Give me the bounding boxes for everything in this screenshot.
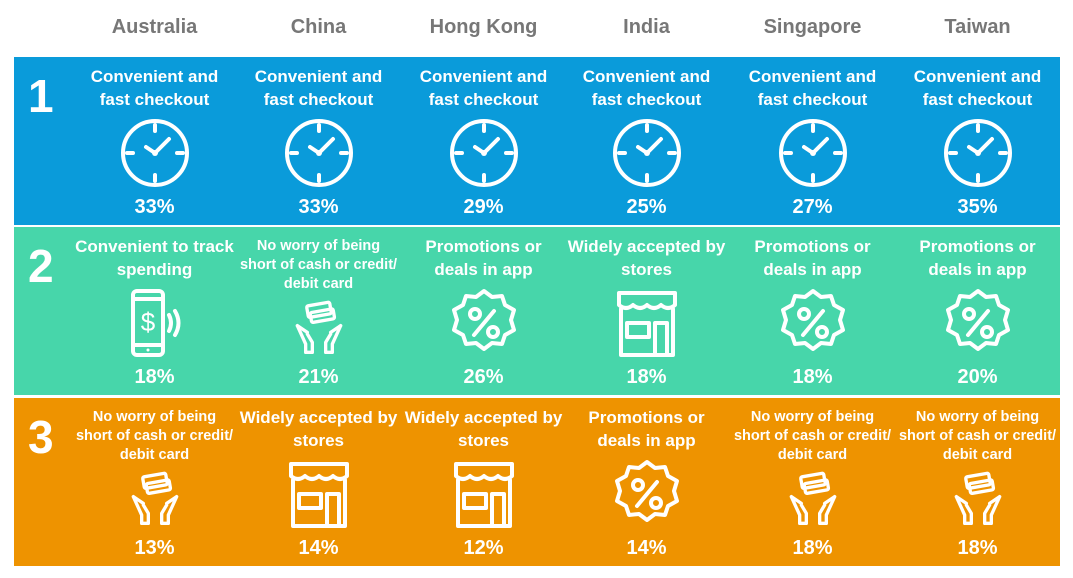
reason-cell: Widely accepted by stores 12% xyxy=(401,398,566,566)
percentage: 18% xyxy=(957,537,998,559)
reason-label: Convenient and fast checkout xyxy=(90,67,219,109)
clock-icon xyxy=(611,117,683,189)
percentage: 12% xyxy=(463,537,504,559)
reason-label: Widely accepted by stores xyxy=(404,408,563,450)
reason-cell: Convenient and fast checkout 25% xyxy=(564,57,729,225)
percent-badge-icon xyxy=(611,458,683,530)
reason-label: No worry of being short of cash or credi… xyxy=(733,409,892,463)
reason-cell: Promotions or deals in app 18% xyxy=(730,227,895,395)
reason-cell: Promotions or deals in app 26% xyxy=(401,227,566,395)
percentage: 35% xyxy=(957,196,998,218)
reason-cell: No worry of being short of cash or credi… xyxy=(895,398,1060,566)
reason-label: No worry of being short of cash or credi… xyxy=(898,409,1057,463)
percentage: 25% xyxy=(626,196,667,218)
reason-cell: Convenient and fast checkout 33% xyxy=(72,57,237,225)
reason-cell: Convenient and fast checkout 35% xyxy=(895,57,1060,225)
percentage: 29% xyxy=(463,196,504,218)
hands-cash-icon xyxy=(125,470,185,542)
column-header: Taiwan xyxy=(944,16,1011,38)
column-header: Singapore xyxy=(763,16,862,38)
reason-cell: Convenient and fast checkout 33% xyxy=(236,57,401,225)
reason-cell: No worry of being short of cash or credi… xyxy=(730,398,895,566)
clock-icon xyxy=(119,117,191,189)
reason-cell: Widely accepted by stores 14% xyxy=(236,398,401,566)
rank-number: 2 xyxy=(28,240,54,292)
percent-badge-icon xyxy=(942,287,1014,359)
reason-cell: Convenient to track spending $18% xyxy=(72,227,237,395)
column-header: Hong Kong xyxy=(429,16,538,38)
reason-cell: No worry of being short of cash or credi… xyxy=(72,398,237,566)
clock-icon xyxy=(448,117,520,189)
clock-icon xyxy=(283,117,355,189)
percentage: 18% xyxy=(792,366,833,388)
store-icon xyxy=(448,458,520,530)
hands-cash-icon xyxy=(289,299,349,371)
column-header: India xyxy=(623,16,670,38)
reason-cell: Convenient and fast checkout 27% xyxy=(730,57,895,225)
percent-badge-icon xyxy=(777,287,849,359)
percentage: 18% xyxy=(792,537,833,559)
reason-cell: Promotions or deals in app 14% xyxy=(564,398,729,566)
percentage: 18% xyxy=(626,366,667,388)
hands-cash-icon xyxy=(948,470,1008,542)
percentage: 21% xyxy=(298,366,339,388)
svg-text:$: $ xyxy=(140,307,155,337)
column-header: China xyxy=(290,16,347,38)
percentage: 20% xyxy=(957,366,998,388)
reason-label: Promotions or deals in app xyxy=(754,237,871,279)
rank-row-1: 1 Convenient and fast checkout 33% Convenie… xyxy=(14,57,1060,225)
percent-badge-icon xyxy=(448,287,520,359)
phone-payment-icon: $ xyxy=(119,287,191,359)
reason-label: Widely accepted by stores xyxy=(567,237,726,279)
reason-label: Convenient to track spending xyxy=(75,237,234,279)
reason-label: Convenient and fast checkout xyxy=(254,67,383,109)
reason-cell: Widely accepted by stores 18% xyxy=(564,227,729,395)
percentage: 14% xyxy=(626,537,667,559)
reason-label: No worry of being short of cash or credi… xyxy=(239,238,398,292)
reason-label: Convenient and fast checkout xyxy=(419,67,548,109)
rank-number: 1 xyxy=(28,70,54,122)
hands-cash-icon xyxy=(783,470,843,542)
reason-label: Promotions or deals in app xyxy=(425,237,542,279)
reason-label: No worry of being short of cash or credi… xyxy=(75,409,234,463)
rank-number: 3 xyxy=(28,411,54,463)
reason-label: Convenient and fast checkout xyxy=(582,67,711,109)
reason-cell: No worry of being short of cash or credi… xyxy=(236,227,401,395)
percentage: 27% xyxy=(792,196,833,218)
percentage: 33% xyxy=(298,196,339,218)
percentage: 14% xyxy=(298,537,339,559)
reason-label: Promotions or deals in app xyxy=(919,237,1036,279)
rank-row-2: 2 Convenient to track spending $18% No worr… xyxy=(14,227,1060,395)
percentage: 18% xyxy=(134,366,175,388)
reason-label: Promotions or deals in app xyxy=(588,408,705,450)
reason-label: Convenient and fast checkout xyxy=(748,67,877,109)
percentage: 13% xyxy=(134,537,175,559)
clock-icon xyxy=(942,117,1014,189)
clock-icon xyxy=(777,117,849,189)
reason-label: Widely accepted by stores xyxy=(239,408,398,450)
percentage: 26% xyxy=(463,366,504,388)
reason-label: Convenient and fast checkout xyxy=(913,67,1042,109)
rank-row-3: 3 No worry of being short of cash or cred… xyxy=(14,398,1060,566)
column-header: Australia xyxy=(111,16,198,38)
reason-cell: Promotions or deals in app 20% xyxy=(895,227,1060,395)
reason-cell: Convenient and fast checkout 29% xyxy=(401,57,566,225)
percentage: 33% xyxy=(134,196,175,218)
store-icon xyxy=(283,458,355,530)
store-icon xyxy=(611,287,683,359)
